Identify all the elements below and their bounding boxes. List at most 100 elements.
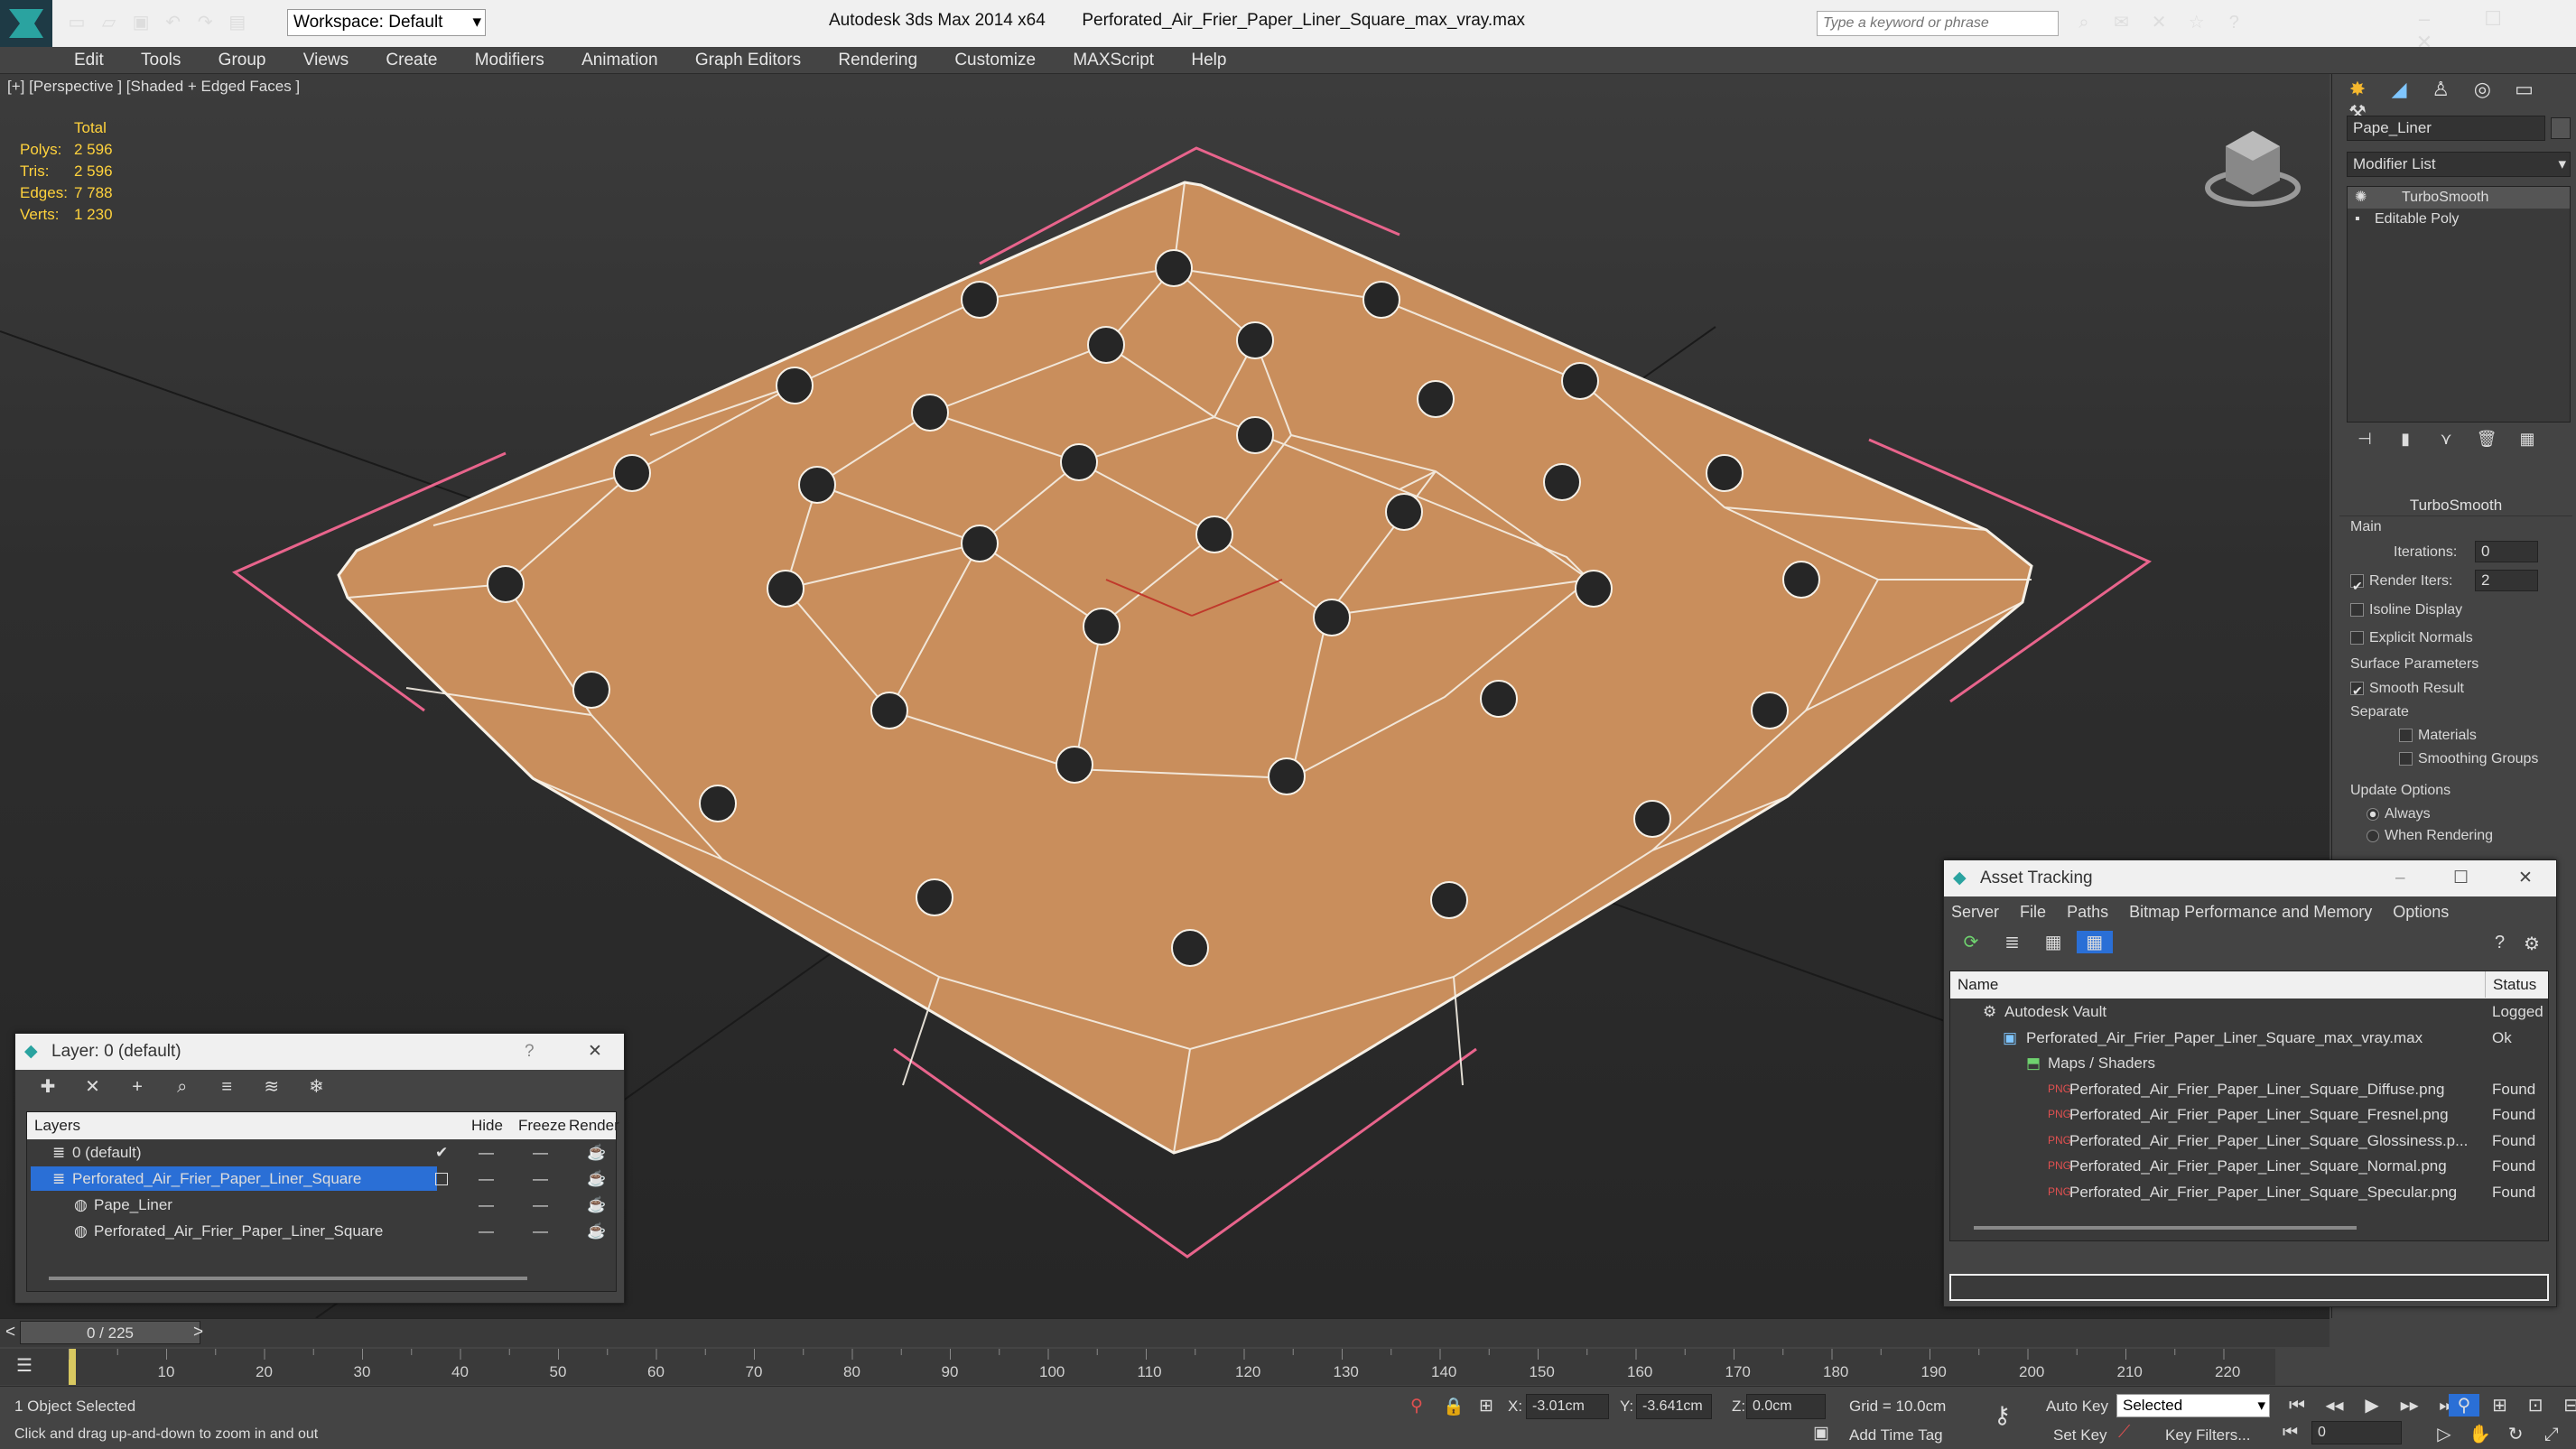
freeze-toggle[interactable]: — [533,1192,548,1218]
show-end-result-icon[interactable]: ▮ [2387,430,2423,449]
key-filters-button[interactable]: Key Filters... [2165,1426,2250,1444]
add-to-layer-icon[interactable]: + [117,1077,157,1098]
subscription-icon[interactable]: ✕ [2143,11,2175,33]
save-icon[interactable]: ▣ [127,11,154,33]
hierarchy-tab-icon[interactable]: ♙ [2423,78,2459,101]
redo-icon[interactable]: ↷ [191,11,219,33]
modifier-list-dropdown[interactable]: Modifier List ▾ [2347,152,2571,177]
next-frame-arrow-icon[interactable]: > [193,1323,203,1342]
undo-icon[interactable]: ↶ [160,11,187,33]
asset-menu-paths[interactable]: Paths [2067,903,2108,921]
add-time-tag[interactable]: Add Time Tag [1849,1426,1943,1444]
hide-toggle[interactable]: — [479,1166,494,1192]
asset-menu-bitmap-performance[interactable]: Bitmap Performance and Memory [2129,903,2372,921]
time-slider-thumb[interactable]: 0 / 225 [20,1321,200,1344]
zoom-icon[interactable]: ⚲ [2449,1394,2479,1416]
maximize-icon[interactable]: ☐ [2461,7,2525,31]
time-tag-icon[interactable]: ▣ [1813,1423,1829,1444]
render-teapot-icon[interactable]: ☕ [587,1192,606,1218]
column-render[interactable]: Render [569,1112,619,1138]
key-mode-icon[interactable]: ⟋ [2118,1423,2130,1443]
freeze-toggle[interactable]: — [533,1139,548,1166]
menu-modifiers[interactable]: Modifiers [459,47,561,74]
y-coordinate-field[interactable]: -3.641cm [1636,1394,1712,1419]
menu-create[interactable]: Create [369,47,453,74]
search-input[interactable] [1818,12,2052,35]
column-name[interactable]: Name [1958,971,1998,998]
menu-help[interactable]: Help [1175,47,1242,74]
render-iters-spinner[interactable]: 2 [2475,570,2538,591]
menu-customize[interactable]: Customize [938,47,1052,74]
make-unique-icon[interactable]: ⋎ [2428,430,2464,449]
hide-toggle[interactable]: — [479,1139,494,1166]
when-rendering-radio[interactable] [2367,829,2379,842]
asset-window-titlebar[interactable]: ◆ Asset Tracking – ☐ ✕ [1944,860,2556,896]
help-button[interactable]: ? [525,1034,535,1070]
smooth-result-checkbox[interactable] [2350,679,2364,702]
orbit-icon[interactable]: ↻ [2500,1423,2531,1445]
maximize-viewport-icon[interactable]: ⤢ [2536,1425,2567,1445]
horizontal-scrollbar[interactable] [49,1277,527,1280]
horizontal-scrollbar[interactable] [1974,1226,2357,1230]
zoom-extents-icon[interactable]: ⊡ [2520,1394,2551,1416]
selection-set-dropdown[interactable]: Selected ▾ [2116,1394,2270,1417]
auto-key-button[interactable]: Auto Key [2046,1398,2108,1416]
open-file-icon[interactable]: ▱ [96,11,123,33]
materials-checkbox[interactable] [2399,729,2413,743]
asset-path-field[interactable] [1949,1274,2549,1301]
menu-animation[interactable]: Animation [565,47,674,74]
render-teapot-icon[interactable]: ☕ [587,1218,606,1244]
explicit-normals-checkbox[interactable] [2350,631,2364,646]
thumbnail-view-icon[interactable]: ▦ [2035,931,2071,953]
hide-toggle[interactable]: — [479,1218,494,1244]
time-slider[interactable]: < 0 / 225 > [0,1318,2330,1347]
track-bar[interactable]: ☰ 10 20 30 40 50 60 70 80 90 100 110 120 130 140 150 16… [0,1349,2275,1385]
key-icon[interactable]: ⚷ [1994,1401,2011,1429]
object-name-field[interactable]: Pape_Liner [2347,116,2545,141]
stack-item-turbosmooth[interactable]: ✺ TurboSmooth [2348,187,2570,209]
modify-tab-icon[interactable]: ◢ [2381,78,2417,101]
smoothing-groups-checkbox[interactable] [2399,752,2413,766]
table-view-icon[interactable]: ▦ [2076,931,2113,953]
remove-modifier-icon[interactable]: 🗑 [2469,430,2505,449]
search-box[interactable] [1817,11,2059,36]
menu-tools[interactable]: Tools [125,47,197,74]
always-radio[interactable] [2367,807,2379,821]
current-frame-field[interactable]: 0 [2311,1421,2402,1444]
minimize-icon[interactable]: – [2393,7,2456,31]
column-layers[interactable]: Layers [34,1112,80,1138]
column-status[interactable]: Status [2485,971,2536,998]
x-coordinate-field[interactable]: -3.01cm [1526,1394,1609,1419]
delete-layer-icon[interactable]: ✕ [73,1075,113,1098]
layer-object-row[interactable]: ◍ Pape_Liner — — ☕ [27,1192,616,1218]
make-current-box[interactable] [435,1173,448,1185]
object-color-swatch[interactable] [2551,117,2571,139]
hide-all-icon[interactable]: ≋ [252,1075,292,1098]
asset-row[interactable]: PNG Perforated_Air_Frier_Paper_Liner_Squa… [1950,1128,2548,1154]
favorites-icon[interactable]: ☆ [2181,11,2213,33]
display-tab-icon[interactable]: ▭ [2506,78,2543,101]
play-icon[interactable]: ▶ [2356,1394,2388,1416]
expand-icon[interactable]: ▪ [2355,209,2360,230]
binoculars-icon[interactable]: ⌕ [2068,13,2100,33]
project-folder-icon[interactable]: ▤ [224,11,251,33]
workspace-dropdown[interactable]: Workspace: Default ▾ [287,9,486,36]
menu-views[interactable]: Views [287,47,365,74]
freeze-all-icon[interactable]: ❄ [296,1075,336,1098]
stack-item-editable-poly[interactable]: ▪ Editable Poly [2348,209,2570,230]
previous-frame-icon[interactable]: ◂◂ [2319,1394,2351,1416]
hide-toggle[interactable]: — [479,1192,494,1218]
asset-menu-server[interactable]: Server [1951,903,1999,921]
absolute-mode-icon[interactable]: ⊞ [1479,1396,1493,1416]
z-coordinate-field[interactable]: 0.0cm [1746,1394,1826,1419]
render-teapot-icon[interactable]: ☕ [587,1166,606,1192]
asset-menu-file[interactable]: File [2020,903,2046,921]
asset-row[interactable]: ▣ Perforated_Air_Frier_Paper_Liner_Square… [1950,1025,2548,1051]
column-freeze[interactable]: Freeze [518,1112,566,1138]
asset-row[interactable]: PNG Perforated_Air_Frier_Paper_Liner_Squa… [1950,1101,2548,1128]
asset-row[interactable]: PNG Perforated_Air_Frier_Paper_Liner_Squa… [1950,1153,2548,1179]
close-icon[interactable]: ✕ [588,1034,602,1070]
asset-menu-options[interactable]: Options [2393,903,2449,921]
iterations-spinner[interactable]: 0 [2475,541,2538,562]
pin-stack-icon[interactable]: ⊣ [2347,430,2383,449]
